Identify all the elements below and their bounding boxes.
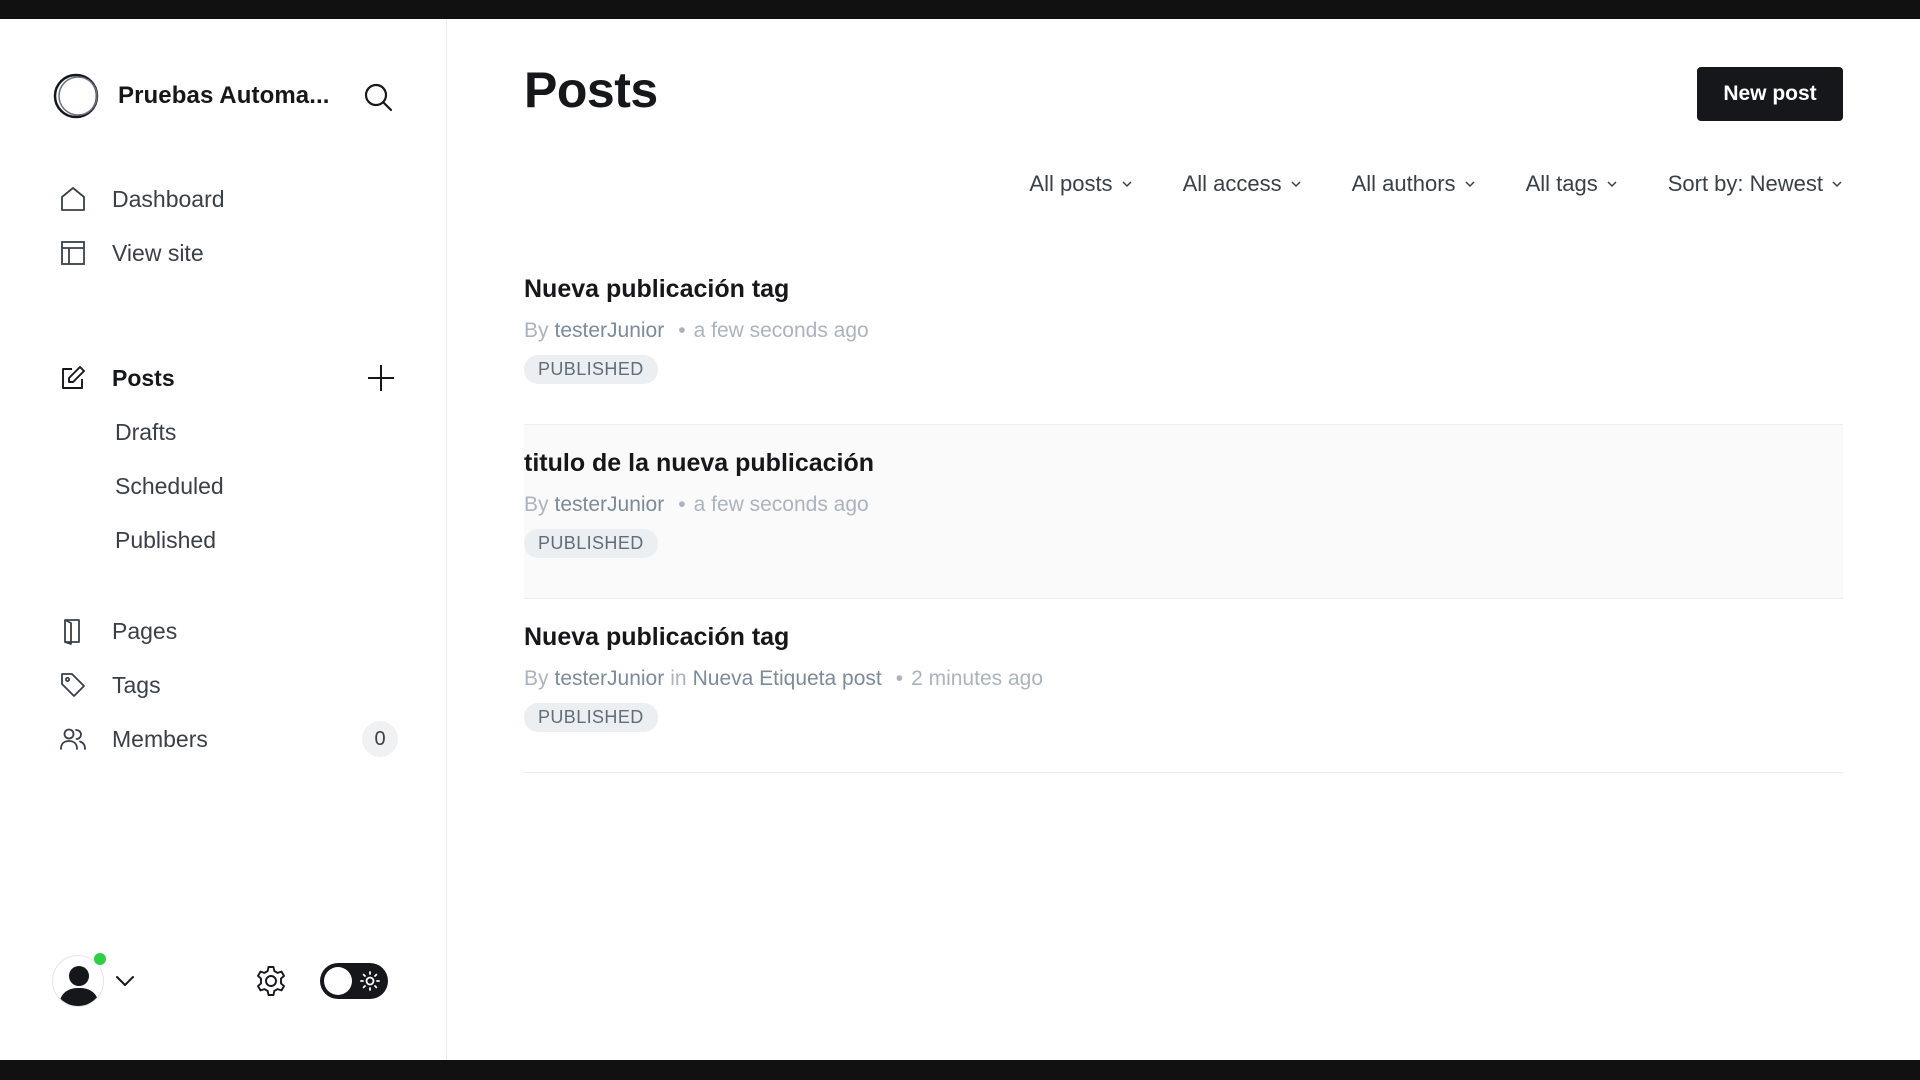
- online-status-indicator: [92, 951, 108, 967]
- post-tag: Nueva Etiqueta post: [692, 667, 882, 690]
- post-in: in: [670, 667, 687, 690]
- sidebar-item-label: Drafts: [115, 418, 177, 445]
- gear-icon[interactable]: [254, 964, 288, 998]
- sidebar-item-label: Published: [115, 526, 217, 553]
- sidebar-item-label: Scheduled: [115, 472, 224, 499]
- add-post-icon[interactable]: [364, 351, 398, 405]
- post-row[interactable]: Nueva publicación tag By testerJunior in…: [524, 599, 1843, 773]
- post-time: a few seconds ago: [693, 319, 869, 342]
- brand[interactable]: Pruebas Automa...: [52, 71, 393, 121]
- posts-nav: Posts Drafts Scheduled Published: [58, 351, 398, 567]
- sun-icon: [360, 971, 380, 991]
- chevron-down-icon: [1606, 178, 1618, 190]
- post-meta: By testerJunior • a few seconds ago: [524, 491, 1843, 519]
- filter-bar: All posts All access All authors All tag…: [979, 171, 1843, 197]
- sidebar-item-label: Pages: [112, 617, 178, 644]
- post-title[interactable]: titulo de la nueva publicación: [524, 449, 1843, 483]
- page-title: Posts: [524, 62, 658, 118]
- filter-label: All authors: [1351, 171, 1456, 196]
- sidebar-item-label: Members: [112, 725, 208, 752]
- post-time: 2 minutes ago: [911, 667, 1043, 690]
- secondary-nav: Pages Tags Members 0: [58, 604, 398, 766]
- post-row[interactable]: Nueva publicación tag By testerJunior • …: [524, 251, 1843, 425]
- sidebar: Pruebas Automa... Dashboard View site Po…: [0, 19, 447, 1060]
- sidebar-item-label: Posts: [112, 364, 175, 391]
- filter-label: All posts: [1029, 171, 1113, 196]
- filter-label: All access: [1182, 171, 1282, 196]
- filter-tags[interactable]: All tags: [1526, 171, 1618, 197]
- meta-separator: •: [895, 667, 904, 690]
- sidebar-item-view-site[interactable]: View site: [58, 226, 398, 280]
- sidebar-item-label: View site: [112, 239, 204, 266]
- status-badge: PUBLISHED: [524, 703, 658, 732]
- layout-icon: [58, 238, 88, 268]
- chevron-down-icon: [1290, 178, 1302, 190]
- post-time: a few seconds ago: [693, 493, 869, 516]
- toggle-knob: [324, 967, 352, 995]
- site-logo-icon: [52, 72, 100, 120]
- filter-authors[interactable]: All authors: [1352, 171, 1476, 197]
- search-icon[interactable]: [362, 81, 394, 113]
- sidebar-item-scheduled[interactable]: Scheduled: [115, 459, 398, 513]
- sidebar-item-published[interactable]: Published: [115, 513, 398, 567]
- sidebar-item-pages[interactable]: Pages: [58, 604, 398, 658]
- app-window: Pruebas Automa... Dashboard View site Po…: [0, 19, 1920, 1060]
- theme-toggle[interactable]: [320, 963, 388, 999]
- members-count-badge: 0: [362, 721, 398, 757]
- site-name: Pruebas Automa...: [118, 82, 330, 109]
- filter-label: All tags: [1525, 171, 1598, 196]
- post-meta: By testerJunior • a few seconds ago: [524, 317, 1843, 345]
- post-list: Nueva publicación tag By testerJunior • …: [524, 251, 1843, 773]
- chevron-down-icon: [1464, 178, 1476, 190]
- sidebar-item-dashboard[interactable]: Dashboard: [58, 172, 398, 226]
- page-icon: [58, 616, 88, 646]
- chevron-down-icon[interactable]: [114, 970, 136, 992]
- new-post-button[interactable]: New post: [1697, 67, 1843, 121]
- user-menu[interactable]: [52, 951, 108, 1007]
- status-badge: PUBLISHED: [524, 529, 658, 558]
- filter-type[interactable]: All posts: [1029, 171, 1132, 197]
- primary-nav: Dashboard View site: [58, 172, 398, 280]
- chevron-down-icon: [1121, 178, 1133, 190]
- main-content: Posts New post All posts All access All …: [447, 19, 1920, 1060]
- post-by: By: [524, 493, 549, 516]
- sidebar-item-drafts[interactable]: Drafts: [115, 405, 398, 459]
- post-by: By: [524, 667, 549, 690]
- members-icon: [58, 724, 88, 754]
- filter-sort[interactable]: Sort by: Newest: [1668, 171, 1843, 197]
- sidebar-item-tags[interactable]: Tags: [58, 658, 398, 712]
- post-meta: By testerJunior in Nueva Etiqueta post •…: [524, 665, 1843, 693]
- chevron-down-icon: [1831, 178, 1843, 190]
- home-icon: [58, 184, 88, 214]
- filter-access[interactable]: All access: [1183, 171, 1302, 197]
- meta-separator: •: [678, 319, 686, 342]
- sidebar-item-posts[interactable]: Posts: [58, 351, 398, 405]
- post-row[interactable]: titulo de la nueva publicación By tester…: [524, 425, 1843, 599]
- post-title[interactable]: Nueva publicación tag: [524, 623, 1843, 657]
- posts-subnav: Drafts Scheduled Published: [58, 405, 398, 567]
- post-author: testerJunior: [554, 493, 665, 516]
- filter-label: Sort by: Newest: [1667, 171, 1823, 196]
- post-author: testerJunior: [554, 319, 665, 342]
- status-badge: PUBLISHED: [524, 355, 658, 384]
- edit-icon: [58, 363, 88, 393]
- sidebar-item-label: Dashboard: [112, 185, 225, 212]
- meta-separator: •: [678, 493, 686, 516]
- tag-icon: [58, 670, 88, 700]
- sidebar-footer: [52, 951, 398, 1008]
- sidebar-item-label: Tags: [112, 671, 161, 698]
- post-by: By: [524, 319, 549, 342]
- post-title[interactable]: Nueva publicación tag: [524, 275, 1843, 309]
- post-author: testerJunior: [554, 667, 665, 690]
- sidebar-item-members[interactable]: Members 0: [58, 712, 398, 766]
